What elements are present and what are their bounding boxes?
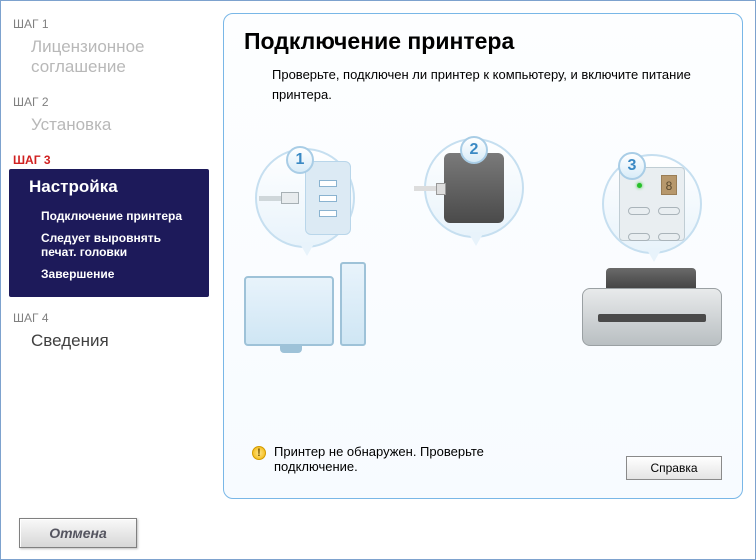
illus-printer-power: 3 8 (582, 154, 722, 346)
substep-finish: Завершение (29, 263, 199, 285)
installer-window: ШАГ 1 Лицензионное соглашение ШАГ 2 Уста… (0, 0, 756, 560)
main-panel: Подключение принтера Проверьте, подключе… (223, 13, 743, 499)
computer-icon (244, 262, 366, 346)
page-title: Подключение принтера (244, 28, 722, 55)
badge-3: 3 (618, 152, 646, 180)
usb-plug-icon (259, 192, 299, 204)
page-description: Проверьте, подключен ли принтер к компью… (244, 65, 722, 104)
step2-title: Установка (1, 111, 217, 149)
warning-row: ! Принтер не обнаружен. Проверьте подклю… (244, 444, 722, 480)
step3-label: ШАГ 3 (1, 149, 217, 169)
bubble-control-panel: 8 (602, 154, 702, 254)
bottom-bar: Отмена (1, 507, 755, 559)
usb-ports-icon (305, 161, 351, 235)
help-button[interactable]: Справка (626, 456, 722, 480)
step4-label: ШАГ 4 (1, 307, 217, 327)
illus-printer-cable: 2 (424, 138, 524, 346)
badge-1: 1 (286, 146, 314, 174)
step2-label: ШАГ 2 (1, 91, 217, 111)
warning-text: Принтер не обнаружен. Проверьте подключе… (274, 444, 554, 474)
substep-align-heads: Следует выровнять печат. головки (29, 227, 199, 263)
printer-icon (582, 268, 722, 346)
step1-label: ШАГ 1 (1, 13, 217, 33)
step4-title: Сведения (1, 327, 217, 365)
step1-title: Лицензионное соглашение (1, 33, 217, 91)
illus-usb-computer: 1 (244, 148, 366, 346)
badge-2: 2 (460, 136, 488, 164)
sidebar: ШАГ 1 Лицензионное соглашение ШАГ 2 Уста… (1, 1, 217, 499)
warning-icon: ! (252, 446, 266, 460)
illustration-row: 1 2 (244, 116, 722, 346)
step3-block: Настройка Подключение принтера Следует в… (9, 169, 209, 297)
warning-message: ! Принтер не обнаружен. Проверьте подклю… (244, 444, 554, 474)
cancel-button[interactable]: Отмена (19, 518, 137, 548)
step3-title: Настройка (29, 177, 199, 197)
substep-connect-printer: Подключение принтера (29, 205, 199, 227)
